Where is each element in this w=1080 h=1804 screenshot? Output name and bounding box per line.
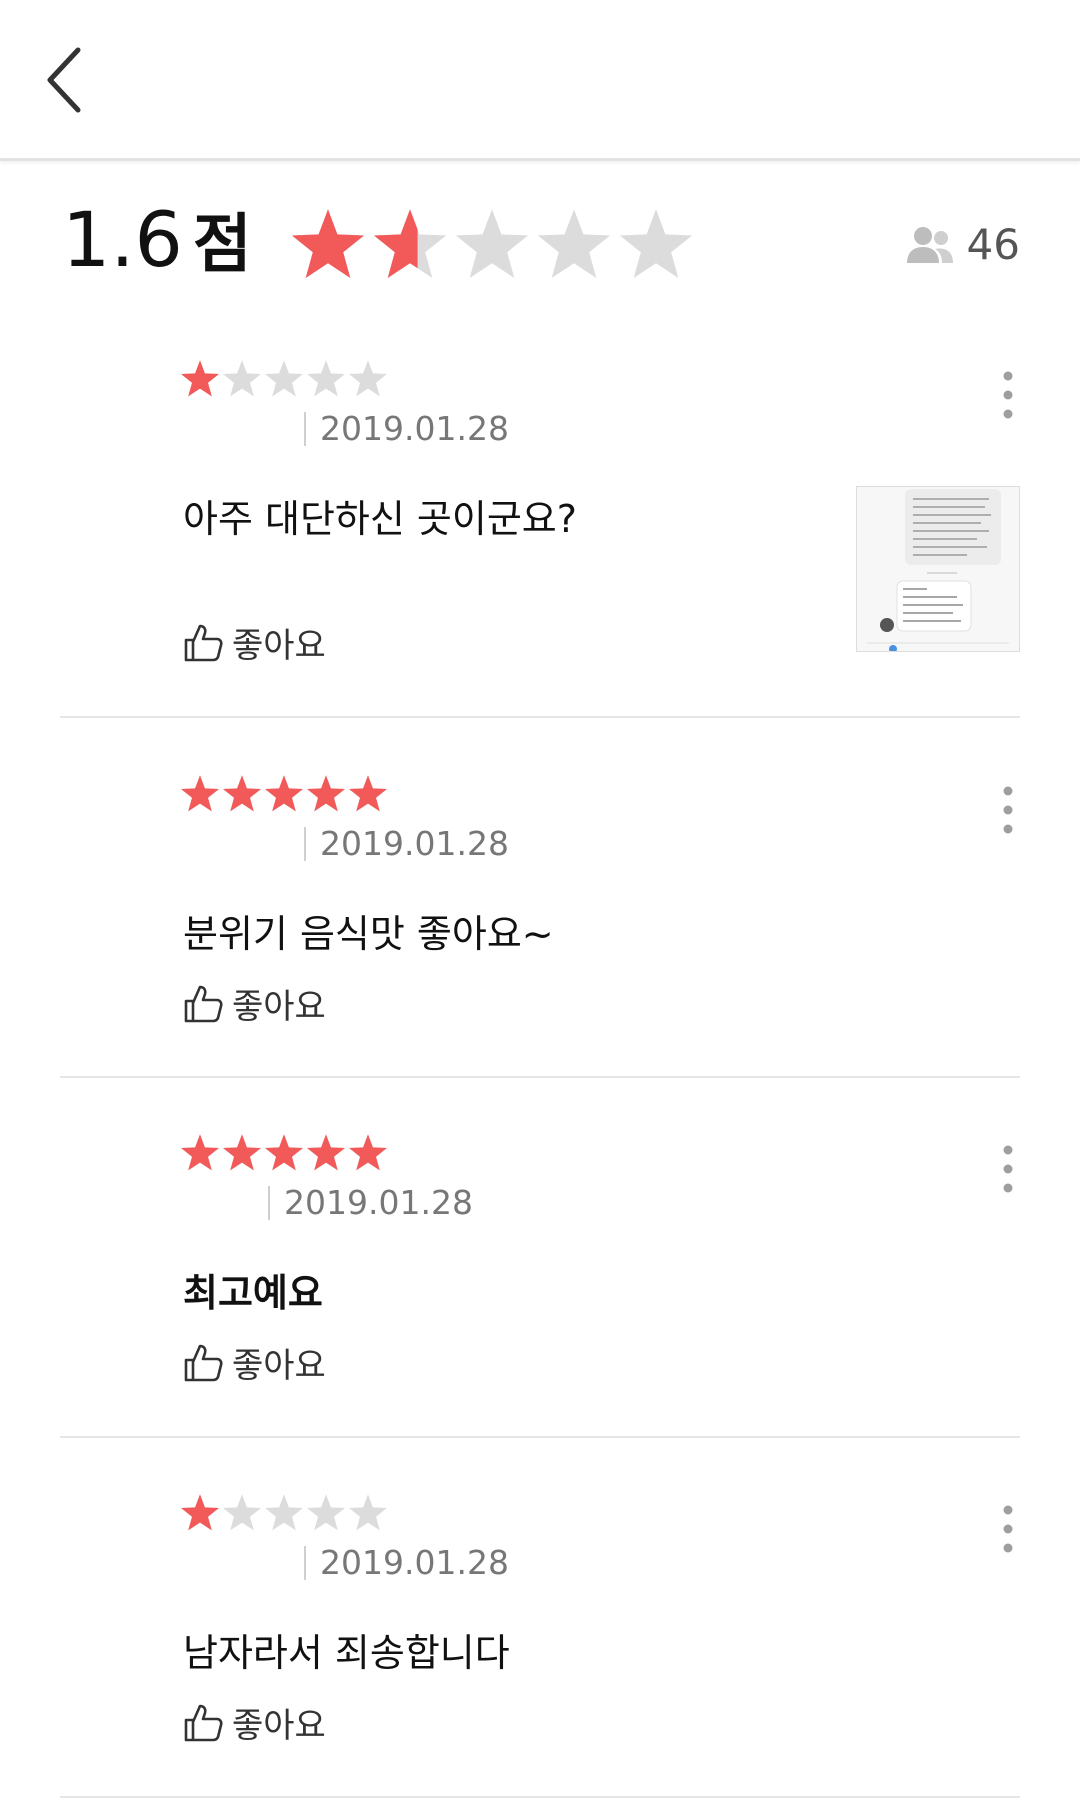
review-star-5 (349, 360, 387, 397)
review-rating-stars (181, 1134, 387, 1171)
more-options-button[interactable] (996, 1502, 1020, 1556)
score-unit: 점 (192, 208, 252, 282)
review-star-fill-3 (265, 1134, 303, 1171)
review-text: 최고예요 (183, 1271, 323, 1315)
summary-star-4 (537, 209, 611, 278)
like-label: 좋아요 (232, 987, 326, 1027)
divider (60, 716, 1020, 718)
like-label: 좋아요 (232, 1706, 326, 1746)
summary-star-5 (619, 209, 693, 278)
people-icon (906, 226, 953, 263)
more-vertical-icon (1003, 786, 1013, 834)
more-options-button[interactable] (996, 1142, 1020, 1196)
review-star-fill-4 (307, 775, 345, 812)
like-label: 좋아요 (232, 626, 326, 666)
summary-star-3 (455, 209, 529, 278)
review-star-5 (349, 1494, 387, 1531)
like-label: 좋아요 (232, 1346, 326, 1386)
review-star-fill-5 (349, 1134, 387, 1171)
review-star-fill-2 (223, 1134, 261, 1171)
review-text: 남자라서 죄송합니다 (183, 1631, 510, 1675)
review-star-3 (265, 360, 303, 397)
review-rating-stars (181, 360, 387, 397)
review-star-2 (223, 360, 261, 397)
divider (60, 1436, 1020, 1438)
review-date: 2019.01.28 (304, 1546, 509, 1580)
reviewer-count-value: 46 (966, 220, 1020, 269)
review-date: 2019.01.28 (268, 1186, 473, 1220)
more-vertical-icon (1003, 1505, 1013, 1553)
reviewer-count: 46 (905, 220, 1020, 269)
more-vertical-icon (1003, 371, 1013, 419)
chevron-left-icon (47, 47, 81, 113)
review-star-fill-4 (307, 1134, 345, 1171)
review-text: 분위기 음식맛 좋아요~ (183, 912, 554, 956)
review-star-3 (265, 1494, 303, 1531)
summary-star-fill-1 (291, 209, 365, 278)
more-vertical-icon (1003, 1145, 1013, 1193)
divider (60, 1796, 1020, 1798)
review-item: 2019.01.28 아주 대단하신 곳이군요? 좋아요 (60, 356, 1020, 676)
thumbs-up-icon (184, 1344, 223, 1381)
average-rating-stars (291, 209, 693, 278)
review-rating-stars (181, 1494, 387, 1531)
review-star-4 (307, 360, 345, 397)
review-item: 2019.01.28 남자라서 죄송합니다 좋아요 (60, 1490, 1020, 1750)
like-button[interactable]: 좋아요 (182, 1698, 326, 1747)
review-date: 2019.01.28 (304, 412, 509, 446)
review-star-2 (223, 1494, 261, 1531)
chat-screenshot-image (857, 487, 1019, 651)
review-star-fill-2 (223, 775, 261, 812)
more-options-button[interactable] (996, 368, 1020, 422)
review-photo-thumbnail[interactable] (856, 486, 1020, 652)
thumbs-up-icon (184, 624, 223, 661)
review-rating-stars (181, 775, 387, 812)
review-star-4 (307, 1494, 345, 1531)
review-item: 2019.01.28 분위기 음식맛 좋아요~ 좋아요 (60, 771, 1020, 1031)
average-score: 1.6 점 (62, 202, 252, 278)
divider (60, 1076, 1020, 1078)
review-date: 2019.01.28 (304, 827, 509, 861)
score-value: 1.6 (62, 195, 183, 284)
review-star-fill-1 (181, 1494, 219, 1531)
app-bar (0, 0, 1080, 161)
review-star-fill-1 (181, 775, 219, 812)
rating-summary: 1.6 점 46 (0, 158, 1080, 318)
review-item: 2019.01.28 최고예요 좋아요 (60, 1130, 1020, 1390)
thumbs-up-icon (184, 1704, 223, 1741)
review-star-fill-1 (181, 1134, 219, 1171)
review-star-fill-3 (265, 775, 303, 812)
review-text: 아주 대단하신 곳이군요? (183, 497, 577, 541)
review-star-fill-5 (349, 775, 387, 812)
thumbs-up-icon (184, 985, 223, 1022)
like-button[interactable]: 좋아요 (182, 1338, 326, 1387)
more-options-button[interactable] (996, 783, 1020, 837)
back-button[interactable] (40, 42, 96, 118)
like-button[interactable]: 좋아요 (182, 979, 326, 1028)
review-star-fill-1 (181, 360, 219, 397)
like-button[interactable]: 좋아요 (182, 618, 326, 667)
